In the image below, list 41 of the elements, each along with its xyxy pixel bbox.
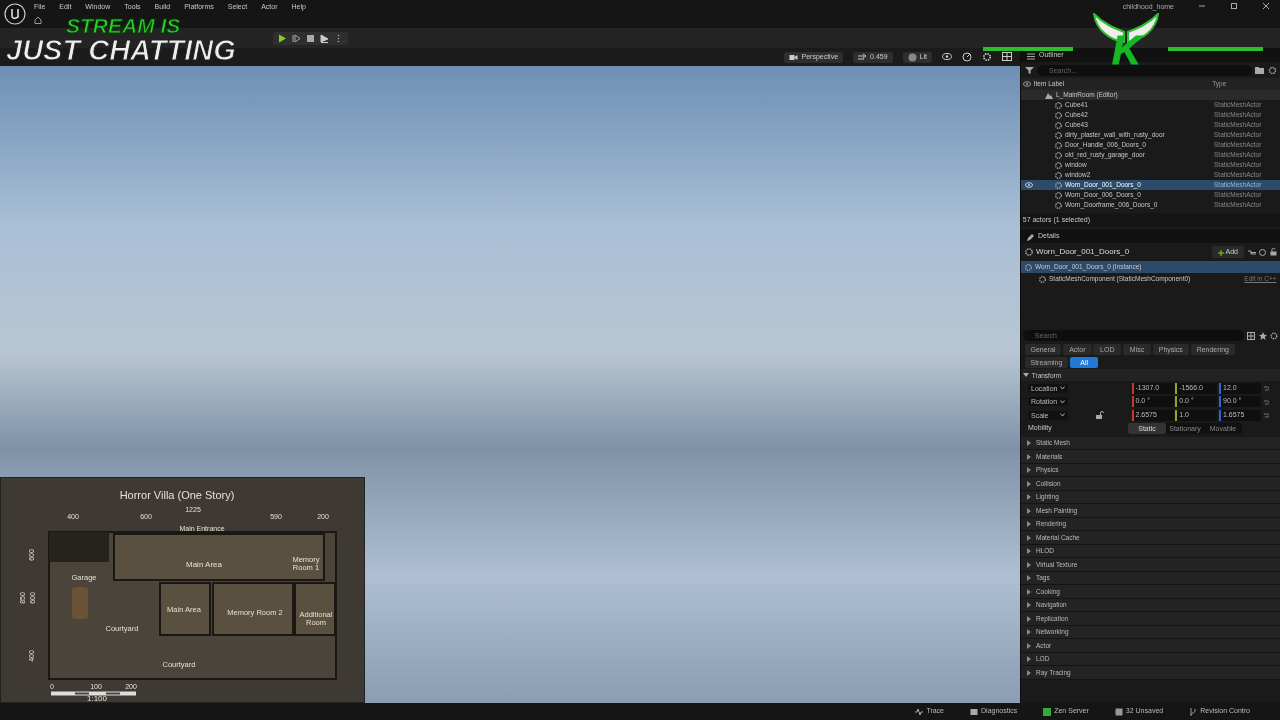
star-icon[interactable]	[1258, 331, 1267, 340]
list-icon	[1027, 53, 1035, 60]
filter-icon[interactable]	[1024, 66, 1034, 74]
eye-icon[interactable]	[942, 52, 952, 62]
lock-icon[interactable]	[1095, 411, 1104, 420]
chevron-icon	[1060, 399, 1065, 404]
folder-icon[interactable]	[1255, 66, 1264, 74]
settings-icon[interactable]	[1267, 65, 1277, 75]
actor-name: Worn_Door_001_Doors_0	[1036, 246, 1130, 258]
plus-icon	[1218, 249, 1224, 256]
play-icon[interactable]	[278, 33, 287, 43]
room-label: Main Area	[186, 561, 222, 569]
step-icon[interactable]	[292, 33, 301, 43]
speed-icon	[858, 52, 868, 62]
trace-icon	[915, 707, 924, 716]
branch-icon	[1189, 707, 1198, 716]
eye-icon	[1022, 81, 1031, 87]
close-icon[interactable]	[1262, 2, 1270, 10]
chevron-icon	[1060, 413, 1065, 418]
eye-icon	[1025, 182, 1033, 188]
grid-icon[interactable]	[1247, 331, 1256, 340]
home-icon[interactable]	[34, 16, 42, 24]
minimize-icon[interactable]	[1198, 2, 1206, 10]
stop-icon[interactable]	[306, 33, 315, 43]
lock-icon[interactable]	[1269, 248, 1277, 256]
settings-icon[interactable]	[1270, 331, 1279, 340]
scale-label: 1:100	[87, 695, 107, 703]
map-title: Horror Villa (One Story)	[119, 489, 235, 501]
server-icon	[1043, 707, 1052, 716]
layout-icon[interactable]	[1002, 52, 1012, 62]
sphere-icon	[907, 52, 917, 62]
restore-icon[interactable]	[1230, 2, 1238, 10]
chevron-icon	[1060, 386, 1065, 391]
caret-icon[interactable]	[1022, 372, 1029, 379]
pencil-icon	[1027, 234, 1034, 241]
engine-logo-icon[interactable]	[4, 3, 26, 25]
overlay-text: STREAM IS	[66, 15, 181, 36]
overlay-title: JUST CHATTING	[6, 36, 236, 65]
gauge-icon[interactable]	[962, 52, 972, 62]
camera-icon	[789, 52, 799, 62]
settings-icon[interactable]	[982, 52, 992, 62]
